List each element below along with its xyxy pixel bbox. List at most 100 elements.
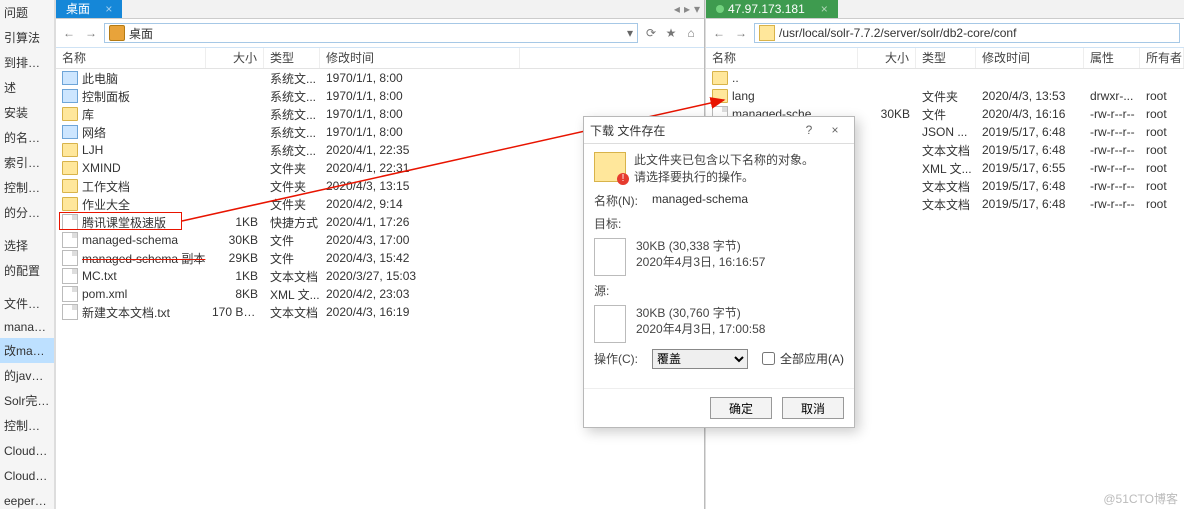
sidebar-item[interactable]: Cloud概述 [0,438,54,463]
sidebar-item[interactable]: 的名词解释及 [0,125,54,150]
col-type[interactable]: 类型 [916,48,976,68]
file-name: 腾讯课堂极速版 [82,214,166,231]
help-icon[interactable]: ? [796,123,822,137]
apply-all-checkbox[interactable] [762,352,775,365]
file-type: 文件夹 [264,196,320,213]
source-line1: 30KB (30,760 字节) [636,305,765,322]
sidebar-item[interactable]: 的分词及IK [0,200,54,225]
file-owner: root [1140,179,1184,193]
col-size[interactable]: 大小 [858,48,916,68]
sidebar-item[interactable]: 的javaAPI讲 [0,363,54,388]
tab-menu-icon[interactable]: ▾ [694,2,700,16]
file-conflict-dialog: 下载 文件存在 ? × 此文件夹已包含以下名称的对象。 请选择要执行的操作。 名… [583,116,855,428]
file-mod: 2020/4/2, 23:03 [320,287,520,301]
file-type: 系统文... [264,124,320,141]
table-row[interactable]: lang文件夹2020/4/3, 13:53drwxr-...root [706,87,1184,105]
file-icon [62,304,78,320]
col-name[interactable]: 名称 [56,48,206,68]
back-icon[interactable]: ← [710,26,728,40]
sidebar-item[interactable]: 控制台-core [0,175,54,200]
folder-icon [62,143,78,157]
sidebar-item[interactable] [0,283,54,291]
col-type[interactable]: 类型 [264,48,320,68]
sidebar-item[interactable] [0,225,54,233]
dialog-title-bar[interactable]: 下载 文件存在 ? × [584,117,854,144]
file-name: LJH [82,143,103,157]
dialog-msg1: 此文件夹已包含以下名称的对象。 [634,152,814,169]
tab-next-icon[interactable]: ▸ [684,2,690,16]
col-mod[interactable]: 修改时间 [320,48,520,68]
dropdown-icon[interactable]: ▾ [627,26,633,40]
table-row[interactable]: .. [706,69,1184,87]
ok-button[interactable]: 确定 [710,397,772,419]
file-type: 快捷方式 [264,214,320,231]
sidebar-item[interactable]: 控制台全量 [0,413,54,438]
pc-icon [62,89,78,103]
sidebar-item[interactable]: managed-s [0,316,54,338]
col-name[interactable]: 名称 [706,48,858,68]
sidebar-item[interactable]: 选择 [0,233,54,258]
tab-remote[interactable]: 47.97.173.181 × [706,0,838,18]
sidebar-item[interactable]: 索引库说明及 [0,150,54,175]
file-type: 文件夹 [916,88,976,105]
col-mod[interactable]: 修改时间 [976,48,1084,68]
back-icon[interactable]: ← [60,26,78,40]
apply-all[interactable]: 全部应用(A) [758,349,844,368]
file-owner: root [1140,197,1184,211]
right-header[interactable]: 名称 大小 类型 修改时间 属性 所有者 [706,48,1184,69]
file-name: 新建文本文档.txt [82,304,170,321]
file-size: 30KB [858,107,916,121]
sidebar-item[interactable]: Solr完成对jo [0,388,54,413]
address-text: /usr/local/solr-7.7.2/server/solr/db2-co… [779,26,1016,40]
file-icon [62,286,78,302]
file-type: 文本文档 [916,142,976,159]
forward-icon[interactable]: → [82,26,100,40]
home-icon[interactable]: ⌂ [682,26,700,40]
file-size: 8KB [206,287,264,301]
tab-prev-icon[interactable]: ◂ [674,2,680,16]
tab-desktop[interactable]: 桌面 × [56,0,122,18]
right-tabbar: 47.97.173.181 × [706,0,1184,19]
outline-sidebar[interactable]: 问题引算法到排索引述安装的名词解释及索引库说明及控制台-core的分词及IK 选择… [0,0,55,509]
sidebar-item[interactable]: eeper管理 [0,488,54,509]
file-name: 库 [82,106,94,123]
cancel-button[interactable]: 取消 [782,397,844,419]
col-own[interactable]: 所有者 [1140,48,1184,68]
bookmark-icon[interactable]: ★ [662,26,680,40]
folder-icon [62,107,78,121]
refresh-icon[interactable]: ⟳ [642,26,660,40]
table-row[interactable]: 控制面板系统文...1970/1/1, 8:00 [56,87,704,105]
close-icon[interactable]: × [105,2,112,16]
file-mod: 2020/3/27, 15:03 [320,269,520,283]
file-mod: 2020/4/1, 22:35 [320,143,520,157]
address-box[interactable]: 桌面 ▾ [104,23,638,43]
file-type: 文件 [916,106,976,123]
file-icon [62,214,78,230]
sidebar-item[interactable]: 文件及说明 [0,291,54,316]
file-size: 170 By... [206,305,264,319]
file-mod: 2020/4/3, 17:00 [320,233,520,247]
forward-icon[interactable]: → [732,26,750,40]
sidebar-item[interactable]: 的配置 [0,258,54,283]
col-size[interactable]: 大小 [206,48,264,68]
file-name: .. [732,71,739,85]
target-line2: 2020年4月3日, 16:16:57 [636,254,765,271]
sidebar-item[interactable]: 述 [0,75,54,100]
sidebar-item[interactable]: 安装 [0,100,54,125]
sidebar-item[interactable]: 问题 [0,0,54,25]
table-row[interactable]: 此电脑系统文...1970/1/1, 8:00 [56,69,704,87]
folder-icon [759,25,775,41]
folder-icon [62,179,78,193]
file-type: 文件夹 [264,160,320,177]
sidebar-item[interactable]: 改managed [0,338,54,363]
col-attr[interactable]: 属性 [1084,48,1140,68]
left-header[interactable]: 名称 大小 类型 修改时间 [56,48,704,69]
sidebar-item[interactable]: 到排索引 [0,50,54,75]
sidebar-item[interactable]: 引算法 [0,25,54,50]
close-icon[interactable]: × [821,0,828,18]
action-select[interactable]: 覆盖 [652,349,748,369]
sidebar-item[interactable]: Cloud搭建 [0,463,54,488]
file-size: 1KB [206,269,264,283]
address-box[interactable]: /usr/local/solr-7.7.2/server/solr/db2-co… [754,23,1180,43]
close-icon[interactable]: × [822,123,848,137]
